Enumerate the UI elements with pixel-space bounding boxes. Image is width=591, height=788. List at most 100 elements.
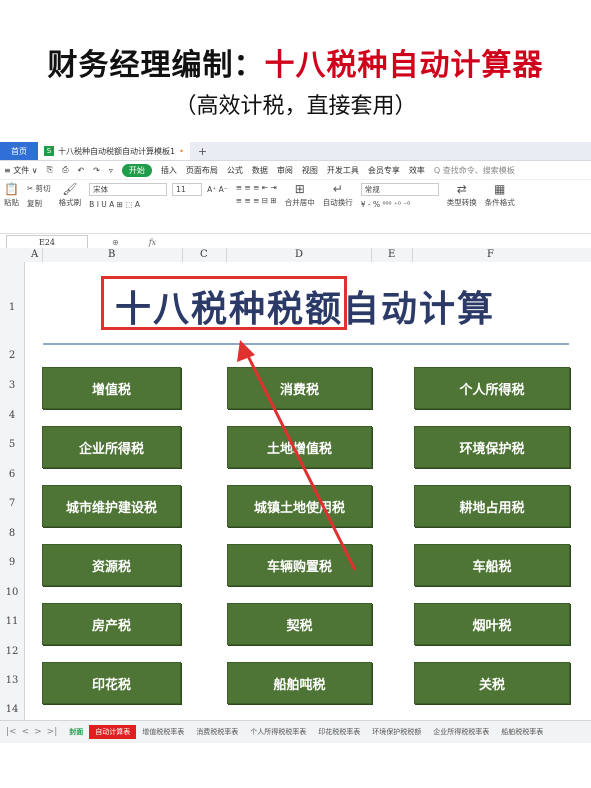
align-row-bottom[interactable]: ≡ ≡ ≡ ⊟ ⊞ [236,196,277,205]
first-sheet-icon[interactable]: |< [6,727,17,737]
worksheet[interactable]: 十八税种税额自动计算 增值税 消费税 个人所得税 企业所得税 土地增值税 环境保… [25,262,591,720]
tab-document[interactable]: S 十八税种自动税额自动计算模板1 • [38,142,190,160]
column-headers: A B C D E F [0,248,591,263]
menu-developer[interactable]: 开发工具 [327,165,359,176]
sheet-tab-cit-rates[interactable]: 企业所得税税率表 [427,725,495,739]
next-sheet-icon[interactable]: > [34,727,42,737]
row-3[interactable]: 3 [0,380,24,391]
type-convert-button[interactable]: ⇄ 类型转换 [447,183,477,208]
type-convert-label: 类型转换 [446,198,477,207]
new-tab-plus-icon[interactable]: + [198,145,207,158]
menu-view[interactable]: 视图 [302,165,318,176]
col-d[interactable]: D [295,249,303,260]
clipboard-group: ✂ 剪切 复制 [27,183,51,209]
col-a[interactable]: A [31,249,38,260]
sheet-nav: |< < > >| [0,727,63,737]
cut-button[interactable]: ✂ 剪切 [27,183,51,194]
row-4[interactable]: 4 [0,410,24,421]
last-sheet-icon[interactable]: >| [47,727,58,737]
wrap-text-button[interactable]: ↵ 自动换行 [323,183,353,208]
tab-document-label: 十八税种自动税额自动计算模板1 [58,146,176,156]
row-14[interactable]: 14 [0,704,24,715]
row-7[interactable]: 7 [0,498,24,509]
row-13[interactable]: 13 [0,675,24,686]
convert-icon: ⇄ [456,182,467,196]
row-10[interactable]: 10 [0,587,24,598]
menu-formula[interactable]: 公式 [227,165,243,176]
conditional-format-button[interactable]: ▦ 条件格式 [485,183,515,208]
menu-efficiency[interactable]: 效率 [409,165,425,176]
row-12[interactable]: 12 [0,646,24,657]
sheet-tabs-bar: |< < > >| 封面 自动计算表 增值税税率表 消费税税率表 个人所得税税率… [0,720,591,743]
font-name-select[interactable]: 宋体 [89,183,168,196]
zoom-search-icon[interactable]: ⊕ [112,238,119,247]
save-icon[interactable]: ⎘ [47,165,53,175]
conditional-format-icon: ▦ [494,182,506,196]
col-b[interactable]: B [108,249,115,260]
brush-icon: 🖌 [62,182,78,196]
promo-title-black: 财务经理编制： [47,48,265,83]
paste-icon: 📋 [4,182,19,196]
sheet-tab-consumption-rates[interactable]: 消费税税率表 [190,725,244,739]
sheet-tab-vessel-rates[interactable]: 船舶税税率表 [495,725,549,739]
command-search[interactable]: Q 查找命令、搜索模板 [434,165,515,176]
menu-page-layout[interactable]: 页面布局 [186,165,218,176]
promo-subtitle: （高效计税，直接套用） [174,94,417,119]
alignment-group: ≡ ≡ ≡ ⇤ ⇥ ≡ ≡ ≡ ⊟ ⊞ [236,183,277,205]
promo-title-red: 十八税种自动计算器 [264,48,544,83]
font-format-row[interactable]: B I U A ⊞ ⬚ A [89,200,228,209]
menu-data[interactable]: 数据 [252,165,268,176]
number-format-select[interactable]: 常规 [360,183,439,196]
paste-label: 粘贴 [4,198,19,207]
format-painter-button[interactable]: 🖌 格式刷 [59,183,82,208]
paste-button[interactable]: 📋 粘贴 [4,183,19,208]
sheet-tab-stamp-rates[interactable]: 印花税税率表 [312,725,366,739]
print-icon[interactable]: ⎙ [62,165,68,175]
conditional-format-label: 条件格式 [484,198,515,207]
col-e[interactable]: E [388,249,395,260]
row-8[interactable]: 8 [0,528,24,539]
fx-icon[interactable]: fx [149,238,156,247]
sheet-tab-cover[interactable]: 封面 [63,725,89,739]
menu-member[interactable]: 会员专享 [368,165,400,176]
row-5[interactable]: 5 [0,439,24,450]
red-arrow-annotation [237,340,357,571]
menu-review[interactable]: 审阅 [277,165,293,176]
sheet-tab-env-tax[interactable]: 环境保护税税额 [366,725,427,739]
number-group: 常规 ¥ - % ⁰⁰⁰ ⁺⁰ ⁻⁰ [360,183,439,209]
align-row-top[interactable]: ≡ ≡ ≡ ⇤ ⇥ [236,183,277,192]
col-f[interactable]: F [487,249,494,260]
menu-start[interactable]: 开始 [121,163,152,177]
row-2[interactable]: 2 [0,350,24,361]
merge-icon: ⊞ [294,182,305,196]
row-6[interactable]: 6 [0,469,24,480]
font-grow-icon[interactable]: A⁺ A⁻ [207,185,228,194]
sheet-tab-vat-rates[interactable]: 增值税税率表 [136,725,190,739]
row-1[interactable]: 1 [0,302,24,313]
menu-file[interactable]: ≡ 文件 ∨ [4,165,38,176]
wrap-icon: ↵ [332,182,343,196]
tab-home[interactable]: 首页 [0,142,38,160]
quick-access-dropdown-icon[interactable]: ▿ [109,166,113,175]
row-11[interactable]: 11 [0,616,24,627]
menu-bar: ≡ 文件 ∨ ⎘ ⎙ ↶ ↷ ▿ 开始 插入 页面布局 公式 数据 审阅 视图 … [0,161,591,180]
sheet-tab-auto-calc[interactable]: 自动计算表 [89,725,137,739]
number-format-row[interactable]: ¥ - % ⁰⁰⁰ ⁺⁰ ⁻⁰ [361,200,439,209]
redo-icon[interactable]: ↷ [93,166,100,175]
ribbon-toolbar: 📋 粘贴 ✂ 剪切 复制 🖌 格式刷 宋体 11 A⁺ A⁻ B I U A ⊞… [0,180,591,234]
merge-label: 合并居中 [284,198,315,207]
row-headers: 1 2 3 4 5 6 7 8 9 10 11 12 13 14 [0,262,25,720]
font-size-select[interactable]: 11 [172,183,203,196]
menu-insert[interactable]: 插入 [161,165,177,176]
copy-button[interactable]: 复制 [27,198,51,209]
name-box[interactable]: E24 [6,235,88,249]
prev-sheet-icon[interactable]: < [22,727,30,737]
spreadsheet-doc-icon: S [44,146,54,156]
merge-center-button[interactable]: ⊞ 合并居中 [285,183,315,208]
col-c[interactable]: C [200,249,208,260]
undo-icon[interactable]: ↶ [77,166,84,175]
sheet-tab-pit-rates[interactable]: 个人所得税税率表 [244,725,312,739]
promo-title: 财务经理编制：十八税种自动计算器 [0,40,591,84]
font-group: 宋体 11 A⁺ A⁻ B I U A ⊞ ⬚ A [89,183,228,209]
row-9[interactable]: 9 [0,557,24,568]
